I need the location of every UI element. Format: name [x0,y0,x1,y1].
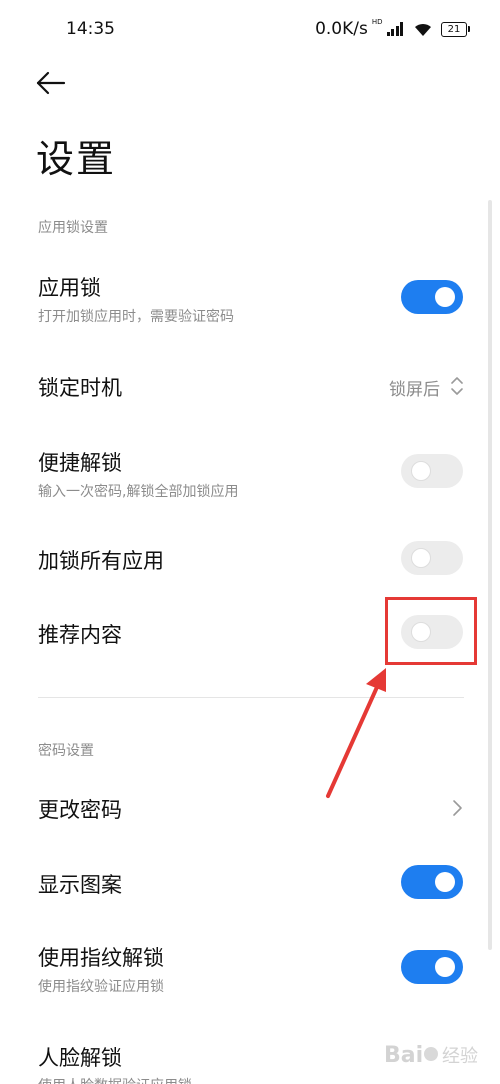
setting-row-app-lock[interactable]: 应用锁 打开加锁应用时，需要验证密码 [0,265,500,335]
chevron-right-icon [453,800,462,816]
setting-title: 更改密码 [38,798,122,822]
setting-subtitle: 打开加锁应用时，需要验证密码 [38,309,234,325]
setting-row-lock-all-apps[interactable]: 加锁所有应用 [0,538,500,580]
setting-row-show-pattern[interactable]: 显示图案 [0,862,500,904]
app-lock-toggle[interactable] [401,280,463,314]
setting-title: 锁定时机 [38,376,122,400]
hd-label: HD [371,18,383,26]
setting-subtitle: 使用人脸数据验证应用锁 [38,1075,192,1084]
show-pattern-toggle[interactable] [401,865,463,899]
arrow-left-icon[interactable] [32,66,68,100]
baidu-watermark-logo: Bai 经验 [384,1043,478,1068]
signal-icon [386,22,403,36]
setting-title: 人脸解锁 [38,1046,122,1070]
quick-unlock-toggle[interactable] [401,454,463,488]
setting-row-change-password[interactable]: 更改密码 [0,787,500,829]
setting-row-lock-timing[interactable]: 锁定时机 锁屏后 [0,365,500,407]
up-down-chevron-icon [451,377,463,395]
section-header-app-lock: 应用锁设置 [38,220,108,236]
setting-title: 便捷解锁 [38,451,122,475]
fingerprint-unlock-toggle[interactable] [401,950,463,984]
battery-icon: 21 [441,21,470,37]
setting-title: 显示图案 [38,873,122,897]
setting-subtitle: 使用指纹验证应用锁 [38,979,164,995]
setting-title: 推荐内容 [38,623,122,647]
status-time: 14:35 [66,19,115,39]
lock-all-apps-toggle[interactable] [401,541,463,575]
section-divider [38,697,464,698]
annotation-highlight-box [385,597,477,665]
wifi-icon [415,23,431,36]
page-title: 设置 [36,137,117,181]
svg-text:Bai: Bai [384,1043,423,1068]
status-bar: 14:35 0.0K/s HD 21 [0,0,500,60]
section-header-password: 密码设置 [38,743,94,759]
setting-title: 使用指纹解锁 [38,946,164,970]
setting-title: 应用锁 [38,276,101,300]
network-speed: 0.0K/s [315,19,368,39]
setting-row-quick-unlock[interactable]: 便捷解锁 输入一次密码,解锁全部加锁应用 [0,440,500,510]
setting-title: 加锁所有应用 [38,549,164,573]
setting-subtitle: 输入一次密码,解锁全部加锁应用 [38,484,239,500]
lock-timing-value: 锁屏后 [389,380,440,400]
battery-level: 21 [441,21,467,37]
setting-row-fingerprint-unlock[interactable]: 使用指纹解锁 使用指纹验证应用锁 [0,935,500,1005]
svg-text:经验: 经验 [442,1046,478,1067]
status-right: 0.0K/s HD 21 [315,18,470,39]
